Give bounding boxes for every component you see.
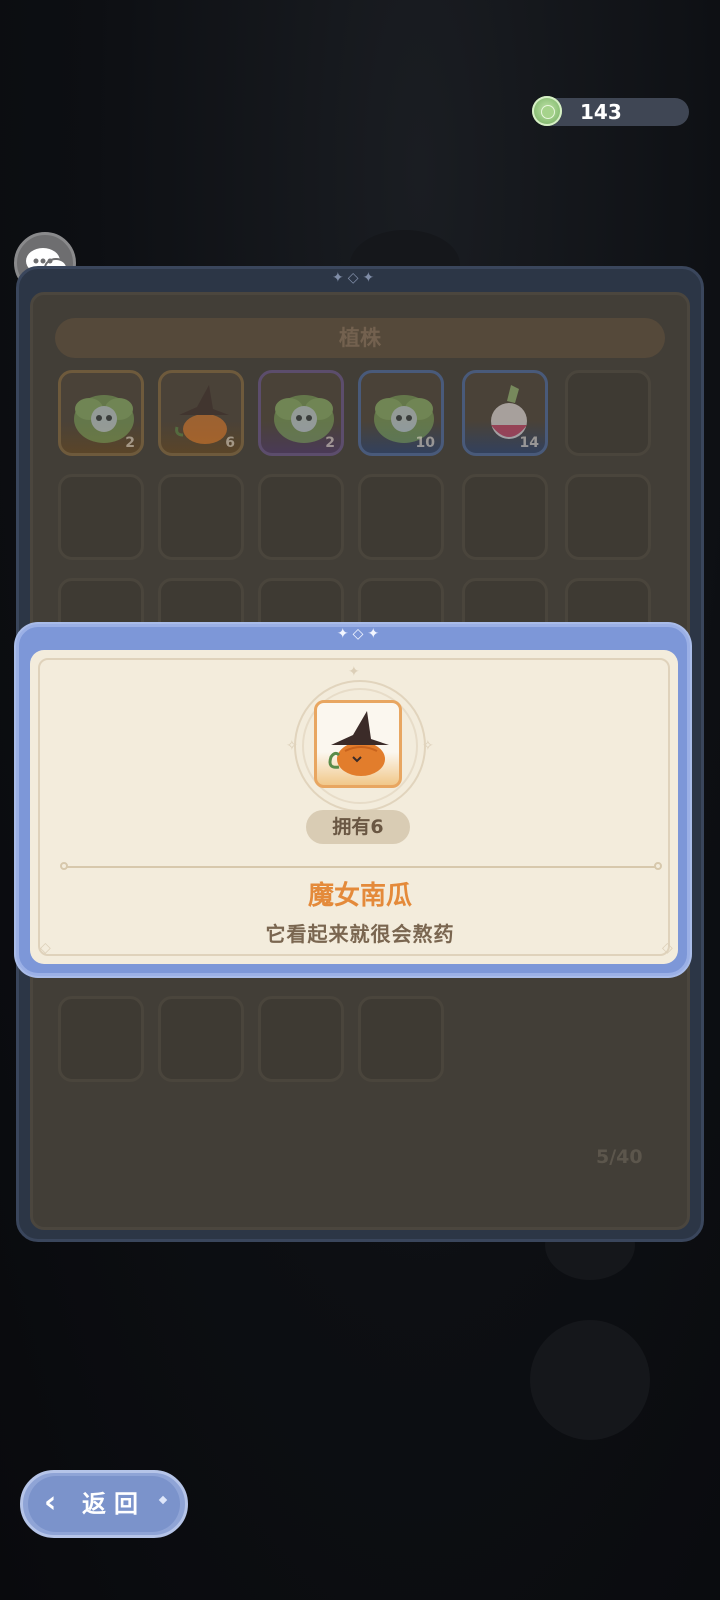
divider (60, 862, 662, 870)
coin-count: 143 (580, 100, 622, 124)
corner-ornament: ◇ (40, 940, 51, 956)
item-name: 魔女南瓜 (307, 881, 412, 911)
panel-ornament: ✦◇✦ (332, 270, 379, 286)
back-button-label: 返回 (82, 1490, 146, 1518)
inventory-slot-empty[interactable] (158, 996, 244, 1082)
owned-count-badge: 拥有6 (306, 810, 410, 844)
coin-icon (532, 96, 562, 126)
inventory-slot[interactable]: 14 (462, 370, 548, 456)
inventory-slot-empty[interactable] (158, 474, 244, 560)
inventory-capacity: 5/40 (596, 1146, 643, 1168)
item-count: 10 (415, 435, 435, 451)
witch-pumpkin-icon (328, 711, 389, 776)
inventory-slot-empty[interactable] (58, 996, 144, 1082)
inventory-slot-empty[interactable] (258, 474, 344, 560)
item-count: 2 (325, 435, 335, 451)
item-count: 2 (125, 435, 135, 451)
inventory-slot-empty[interactable] (58, 474, 144, 560)
inventory-slot-empty[interactable] (565, 474, 651, 560)
inventory-slot-empty[interactable] (565, 370, 651, 456)
inventory-slot[interactable]: 2 (58, 370, 144, 456)
item-count: 14 (519, 435, 539, 451)
inventory-slot[interactable]: 6 (158, 370, 244, 456)
corner-ornament: ◇ (662, 940, 673, 956)
inventory-slot-empty[interactable] (258, 996, 344, 1082)
inventory-slot[interactable]: 2 (258, 370, 344, 456)
popup-ornament: ✦◇✦ (336, 626, 384, 642)
inventory-slot[interactable]: 10 (358, 370, 444, 456)
item-description: 它看起来就很会熬药 (265, 922, 455, 946)
inventory-slot-empty[interactable] (462, 474, 548, 560)
inventory-slot-empty[interactable] (358, 996, 444, 1082)
inventory-title: 植株 (339, 326, 381, 350)
chevron-left-icon: ‹ (44, 1485, 57, 1520)
item-count: 6 (225, 435, 235, 451)
sparkle-icon: ✦ (348, 664, 360, 680)
item-preview (314, 700, 402, 788)
background-decoration (530, 1320, 650, 1440)
inventory-slot-empty[interactable] (358, 474, 444, 560)
